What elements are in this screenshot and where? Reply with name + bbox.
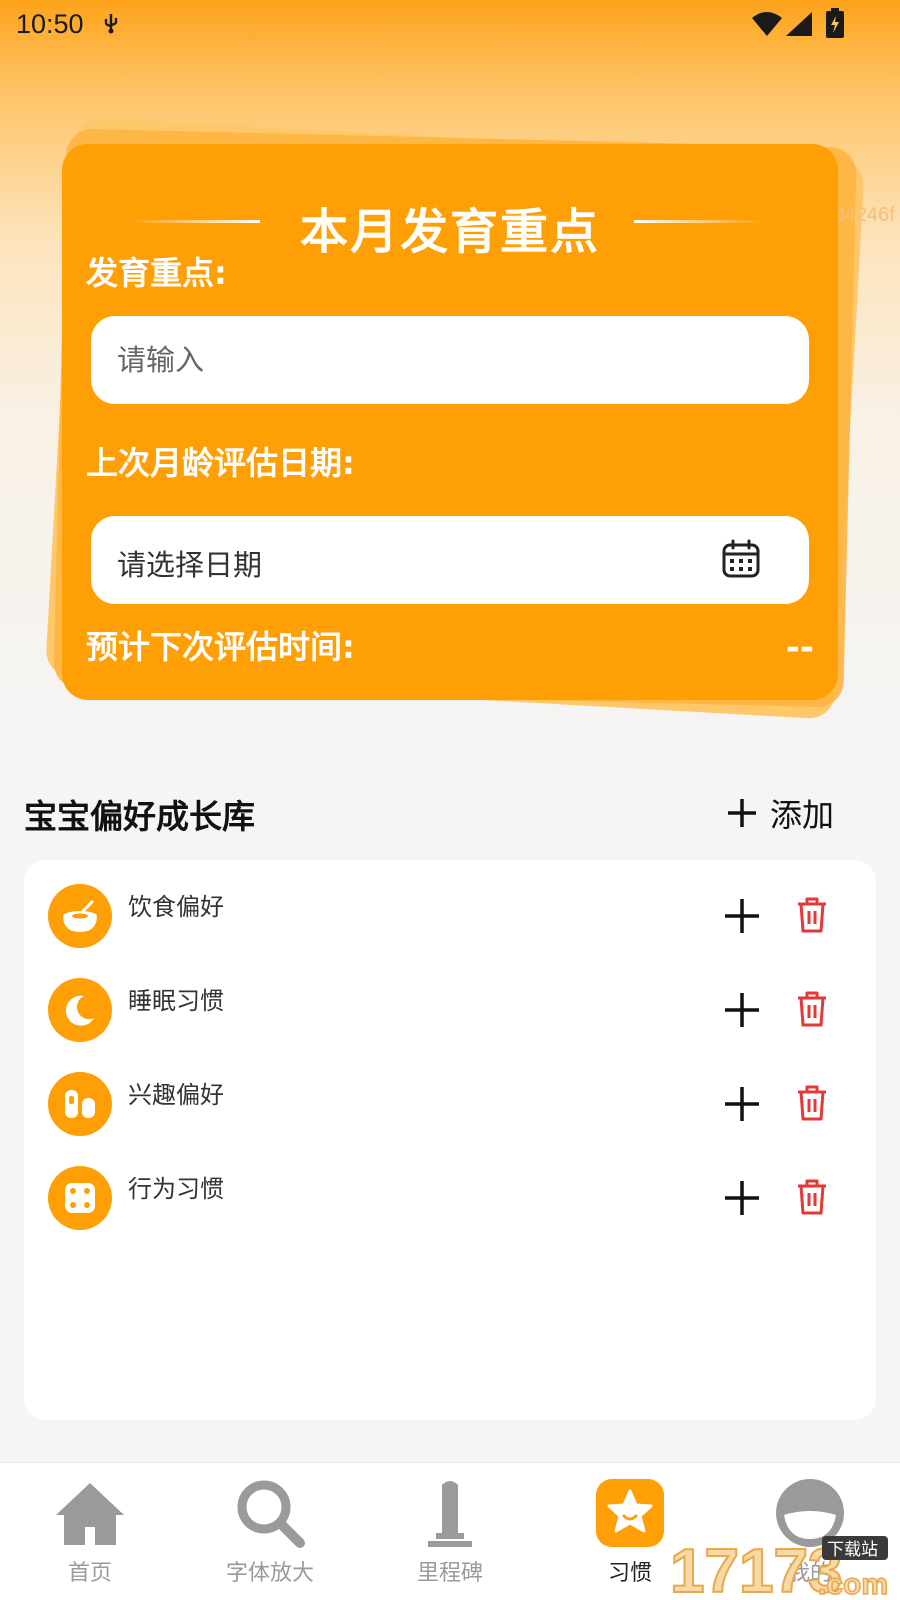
status-time: 10:50 <box>16 9 84 39</box>
list-item-behavior[interactable]: 行为习惯 <box>24 1142 876 1238</box>
add-label: 添加 <box>770 796 835 834</box>
moon-icon: z <box>48 978 112 1042</box>
list-item-diet[interactable]: 饮食偏好 <box>24 860 876 956</box>
dice-icon <box>48 1166 112 1230</box>
date-picker[interactable]: 请选择日期 <box>91 516 809 604</box>
logo-tag: 下载站 <box>827 1540 878 1560</box>
logo-text: 17173 <box>670 1537 842 1600</box>
last-eval-label: 上次月龄评估日期: <box>86 444 355 482</box>
add-category-button[interactable]: 添加 <box>726 790 834 836</box>
list-item-interest[interactable]: 兴趣偏好 <box>24 1048 876 1144</box>
signal-icon <box>786 12 812 36</box>
home-icon <box>56 1483 124 1545</box>
plus-icon[interactable] <box>724 1086 760 1122</box>
calendar-icon[interactable] <box>721 539 761 579</box>
status-bar: 10:50 <box>0 0 900 50</box>
item-label: 兴趣偏好 <box>128 1081 224 1109</box>
development-focus-card: 本月发育重点 发育重点: 上次月龄评估日期: 请选择日期 预计下次评估时间: -… <box>62 144 838 700</box>
star-icon <box>596 1479 664 1547</box>
magnifier-icon <box>237 1480 305 1548</box>
plus-icon[interactable] <box>724 1180 760 1216</box>
nav-label: 字体放大 <box>225 1561 314 1586</box>
list-item-sleep[interactable]: z 睡眠习惯 <box>24 954 876 1050</box>
date-placeholder: 请选择日期 <box>117 548 263 582</box>
library-title: 宝宝偏好成长库 <box>24 797 255 836</box>
next-eval-value: -- <box>785 628 814 668</box>
title-decoration-right <box>634 220 764 223</box>
nav-item-milestone[interactable]: 里程碑 <box>360 1463 540 1600</box>
wifi-icon <box>752 12 782 36</box>
plus-icon <box>728 799 756 827</box>
next-eval-label: 预计下次评估时间: <box>86 628 355 666</box>
trash-icon[interactable] <box>796 896 828 934</box>
focus-label: 发育重点: <box>86 254 227 292</box>
trash-icon[interactable] <box>796 1178 828 1216</box>
plus-icon[interactable] <box>724 898 760 934</box>
nav-label: 里程碑 <box>416 1561 483 1586</box>
preference-list: 饮食偏好 z 睡眠习惯 兴趣偏好 行为习惯 <box>24 860 876 1420</box>
nav-label: 首页 <box>67 1561 112 1586</box>
site-logo-watermark: 17173 下载站 .com <box>670 1536 889 1600</box>
toy-icon <box>48 1072 112 1136</box>
nav-item-font-zoom[interactable]: 字体放大 <box>180 1463 360 1600</box>
item-label: 行为习惯 <box>128 1175 224 1203</box>
item-label: 饮食偏好 <box>128 893 224 921</box>
plus-icon[interactable] <box>724 992 760 1028</box>
item-label: 睡眠习惯 <box>128 987 224 1015</box>
battery-icon <box>826 8 844 38</box>
focus-input[interactable] <box>91 316 809 404</box>
nav-item-home[interactable]: 首页 <box>0 1463 180 1600</box>
usb-icon <box>104 14 118 34</box>
logo-domain: .com <box>818 1568 888 1600</box>
svg-text:z: z <box>86 998 93 1012</box>
monument-icon <box>428 1481 472 1547</box>
bowl-icon <box>48 884 112 948</box>
trash-icon[interactable] <box>796 990 828 1028</box>
trash-icon[interactable] <box>796 1084 828 1122</box>
